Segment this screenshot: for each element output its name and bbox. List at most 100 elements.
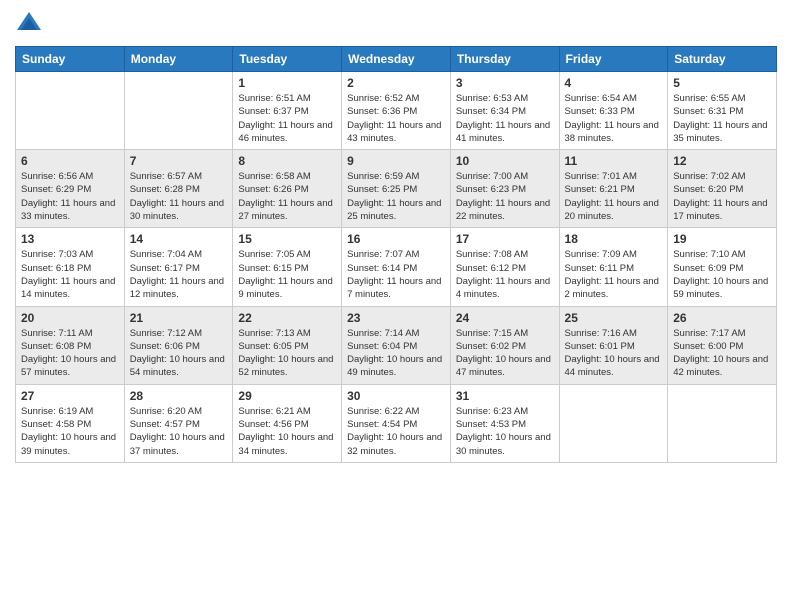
calendar-cell: 17 Sunrise: 7:08 AM Sunset: 6:12 PM Dayli… bbox=[450, 228, 559, 306]
day-number: 14 bbox=[130, 232, 228, 246]
day-number: 26 bbox=[673, 311, 771, 325]
calendar-cell: 23Sunrise: 7:14 AM Sunset: 6:04 PM Dayli… bbox=[342, 306, 451, 384]
calendar-header-row: SundayMondayTuesdayWednesdayThursdayFrid… bbox=[16, 47, 777, 72]
day-number: 6 bbox=[21, 154, 119, 168]
calendar-table: SundayMondayTuesdayWednesdayThursdayFrid… bbox=[15, 46, 777, 463]
calendar-cell: 5 Sunrise: 6:55 AM Sunset: 6:31 PM Daylig… bbox=[668, 72, 777, 150]
logo bbox=[15, 10, 47, 38]
day-info: Sunrise: 6:52 AM Sunset: 6:36 PM Dayligh… bbox=[347, 92, 445, 145]
calendar-cell: 22 Sunrise: 7:13 AM Sunset: 6:05 PM Dayli… bbox=[233, 306, 342, 384]
weekday-header: Thursday bbox=[450, 47, 559, 72]
day-info: Sunrise: 7:15 AM Sunset: 6:02 PM Dayligh… bbox=[456, 327, 554, 380]
day-number: 25 bbox=[565, 311, 663, 325]
day-number: 12 bbox=[673, 154, 771, 168]
calendar-cell: 4 Sunrise: 6:54 AM Sunset: 6:33 PM Daylig… bbox=[559, 72, 668, 150]
day-info: Sunrise: 7:13 AM Sunset: 6:05 PM Dayligh… bbox=[238, 327, 336, 380]
day-info: Sunrise: 7:05 AM Sunset: 6:15 PM Dayligh… bbox=[238, 248, 336, 301]
day-info: Sunrise: 7:08 AM Sunset: 6:12 PM Dayligh… bbox=[456, 248, 554, 301]
weekday-header: Tuesday bbox=[233, 47, 342, 72]
day-info: Sunrise: 7:01 AM Sunset: 6:21 PM Dayligh… bbox=[565, 170, 663, 223]
calendar-cell: 20 Sunrise: 7:11 AM Sunset: 6:08 PM Dayli… bbox=[16, 306, 125, 384]
day-number: 29 bbox=[238, 389, 336, 403]
day-info: Sunrise: 6:23 AM Sunset: 4:53 PM Dayligh… bbox=[456, 405, 554, 458]
weekday-header: Friday bbox=[559, 47, 668, 72]
logo-icon bbox=[15, 10, 43, 38]
day-info: Sunrise: 6:20 AM Sunset: 4:57 PM Dayligh… bbox=[130, 405, 228, 458]
weekday-header: Wednesday bbox=[342, 47, 451, 72]
day-number: 22 bbox=[238, 311, 336, 325]
day-info: Sunrise: 7:09 AM Sunset: 6:11 PM Dayligh… bbox=[565, 248, 663, 301]
day-number: 21 bbox=[130, 311, 228, 325]
day-info: Sunrise: 6:19 AM Sunset: 4:58 PM Dayligh… bbox=[21, 405, 119, 458]
weekday-header: Sunday bbox=[16, 47, 125, 72]
day-info: Sunrise: 6:22 AM Sunset: 4:54 PM Dayligh… bbox=[347, 405, 445, 458]
day-info: Sunrise: 7:17 AM Sunset: 6:00 PM Dayligh… bbox=[673, 327, 771, 380]
calendar-cell: 8 Sunrise: 6:58 AM Sunset: 6:26 PM Daylig… bbox=[233, 150, 342, 228]
calendar-cell: 16 Sunrise: 7:07 AM Sunset: 6:14 PM Dayli… bbox=[342, 228, 451, 306]
day-number: 8 bbox=[238, 154, 336, 168]
calendar-cell: 3Sunrise: 6:53 AM Sunset: 6:34 PM Daylig… bbox=[450, 72, 559, 150]
day-info: Sunrise: 6:51 AM Sunset: 6:37 PM Dayligh… bbox=[238, 92, 336, 145]
day-number: 31 bbox=[456, 389, 554, 403]
calendar-week-row: 1Sunrise: 6:51 AM Sunset: 6:37 PM Daylig… bbox=[16, 72, 777, 150]
calendar-cell: 18 Sunrise: 7:09 AM Sunset: 6:11 PM Dayli… bbox=[559, 228, 668, 306]
day-info: Sunrise: 6:56 AM Sunset: 6:29 PM Dayligh… bbox=[21, 170, 119, 223]
day-number: 20 bbox=[21, 311, 119, 325]
day-info: Sunrise: 6:59 AM Sunset: 6:25 PM Dayligh… bbox=[347, 170, 445, 223]
calendar-cell: 30Sunrise: 6:22 AM Sunset: 4:54 PM Dayli… bbox=[342, 384, 451, 462]
calendar-cell: 6 Sunrise: 6:56 AM Sunset: 6:29 PM Daylig… bbox=[16, 150, 125, 228]
day-info: Sunrise: 6:57 AM Sunset: 6:28 PM Dayligh… bbox=[130, 170, 228, 223]
day-info: Sunrise: 6:53 AM Sunset: 6:34 PM Dayligh… bbox=[456, 92, 554, 145]
calendar-cell: 28 Sunrise: 6:20 AM Sunset: 4:57 PM Dayli… bbox=[124, 384, 233, 462]
day-number: 4 bbox=[565, 76, 663, 90]
day-info: Sunrise: 6:55 AM Sunset: 6:31 PM Dayligh… bbox=[673, 92, 771, 145]
calendar-cell: 21 Sunrise: 7:12 AM Sunset: 6:06 PM Dayli… bbox=[124, 306, 233, 384]
calendar-week-row: 13Sunrise: 7:03 AM Sunset: 6:18 PM Dayli… bbox=[16, 228, 777, 306]
day-info: Sunrise: 6:21 AM Sunset: 4:56 PM Dayligh… bbox=[238, 405, 336, 458]
calendar-cell bbox=[559, 384, 668, 462]
day-info: Sunrise: 7:12 AM Sunset: 6:06 PM Dayligh… bbox=[130, 327, 228, 380]
day-info: Sunrise: 7:04 AM Sunset: 6:17 PM Dayligh… bbox=[130, 248, 228, 301]
day-number: 17 bbox=[456, 232, 554, 246]
day-number: 7 bbox=[130, 154, 228, 168]
calendar-cell: 27Sunrise: 6:19 AM Sunset: 4:58 PM Dayli… bbox=[16, 384, 125, 462]
calendar-cell: 26 Sunrise: 7:17 AM Sunset: 6:00 PM Dayli… bbox=[668, 306, 777, 384]
calendar-page: SundayMondayTuesdayWednesdayThursdayFrid… bbox=[0, 0, 792, 612]
calendar-week-row: 6 Sunrise: 6:56 AM Sunset: 6:29 PM Daylig… bbox=[16, 150, 777, 228]
day-number: 18 bbox=[565, 232, 663, 246]
calendar-cell: 29 Sunrise: 6:21 AM Sunset: 4:56 PM Dayli… bbox=[233, 384, 342, 462]
day-number: 28 bbox=[130, 389, 228, 403]
day-number: 16 bbox=[347, 232, 445, 246]
header bbox=[15, 10, 777, 38]
calendar-cell: 7 Sunrise: 6:57 AM Sunset: 6:28 PM Daylig… bbox=[124, 150, 233, 228]
day-info: Sunrise: 7:14 AM Sunset: 6:04 PM Dayligh… bbox=[347, 327, 445, 380]
calendar-cell: 31 Sunrise: 6:23 AM Sunset: 4:53 PM Dayli… bbox=[450, 384, 559, 462]
calendar-cell bbox=[668, 384, 777, 462]
day-info: Sunrise: 7:10 AM Sunset: 6:09 PM Dayligh… bbox=[673, 248, 771, 301]
day-number: 10 bbox=[456, 154, 554, 168]
day-number: 9 bbox=[347, 154, 445, 168]
calendar-cell: 12 Sunrise: 7:02 AM Sunset: 6:20 PM Dayli… bbox=[668, 150, 777, 228]
day-info: Sunrise: 7:07 AM Sunset: 6:14 PM Dayligh… bbox=[347, 248, 445, 301]
day-number: 11 bbox=[565, 154, 663, 168]
day-number: 5 bbox=[673, 76, 771, 90]
calendar-cell: 25 Sunrise: 7:16 AM Sunset: 6:01 PM Dayli… bbox=[559, 306, 668, 384]
day-info: Sunrise: 7:02 AM Sunset: 6:20 PM Dayligh… bbox=[673, 170, 771, 223]
calendar-cell: 24 Sunrise: 7:15 AM Sunset: 6:02 PM Dayli… bbox=[450, 306, 559, 384]
calendar-week-row: 20 Sunrise: 7:11 AM Sunset: 6:08 PM Dayli… bbox=[16, 306, 777, 384]
calendar-cell: 9 Sunrise: 6:59 AM Sunset: 6:25 PM Daylig… bbox=[342, 150, 451, 228]
calendar-cell: 19 Sunrise: 7:10 AM Sunset: 6:09 PM Dayli… bbox=[668, 228, 777, 306]
day-number: 15 bbox=[238, 232, 336, 246]
day-info: Sunrise: 7:11 AM Sunset: 6:08 PM Dayligh… bbox=[21, 327, 119, 380]
day-number: 13 bbox=[21, 232, 119, 246]
day-info: Sunrise: 6:54 AM Sunset: 6:33 PM Dayligh… bbox=[565, 92, 663, 145]
calendar-cell: 10Sunrise: 7:00 AM Sunset: 6:23 PM Dayli… bbox=[450, 150, 559, 228]
calendar-cell: 2 Sunrise: 6:52 AM Sunset: 6:36 PM Daylig… bbox=[342, 72, 451, 150]
day-info: Sunrise: 6:58 AM Sunset: 6:26 PM Dayligh… bbox=[238, 170, 336, 223]
day-info: Sunrise: 7:16 AM Sunset: 6:01 PM Dayligh… bbox=[565, 327, 663, 380]
day-number: 2 bbox=[347, 76, 445, 90]
calendar-cell bbox=[124, 72, 233, 150]
day-number: 19 bbox=[673, 232, 771, 246]
calendar-cell: 13Sunrise: 7:03 AM Sunset: 6:18 PM Dayli… bbox=[16, 228, 125, 306]
day-number: 24 bbox=[456, 311, 554, 325]
